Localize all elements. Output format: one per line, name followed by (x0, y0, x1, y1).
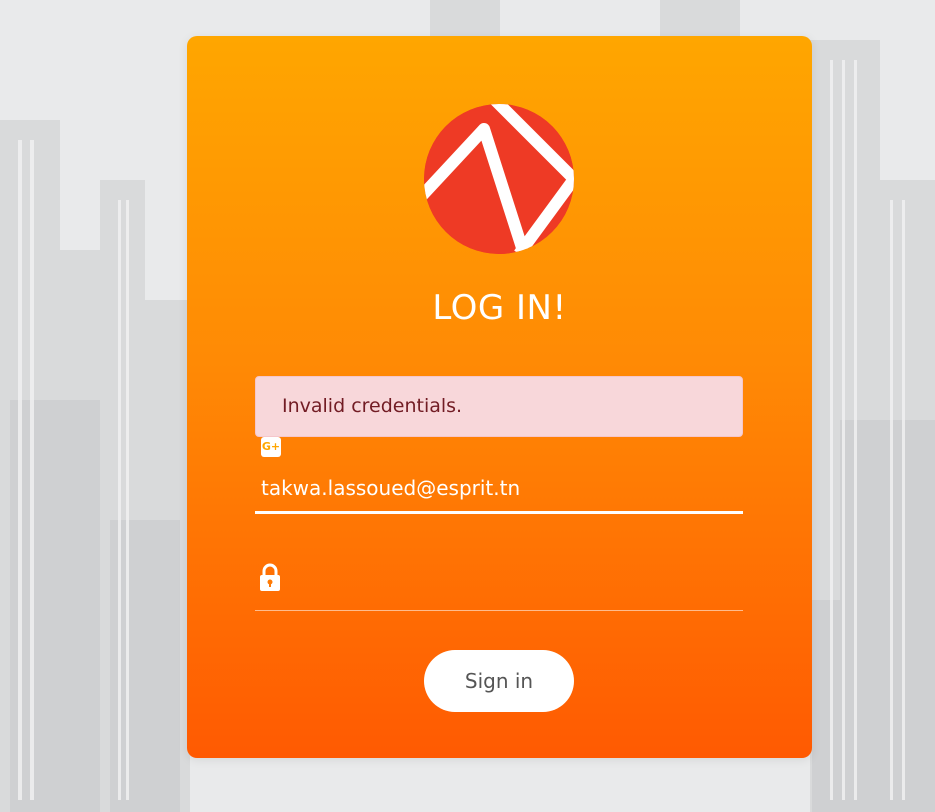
error-alert: Invalid credentials. (255, 376, 743, 437)
page-title: LOG IN! (432, 288, 567, 328)
logo-zigzag-icon (424, 104, 574, 254)
password-field[interactable] (255, 556, 743, 611)
brand-logo (424, 104, 574, 254)
sign-in-button[interactable]: Sign in (424, 650, 574, 712)
google-plus-icon: G+ (261, 437, 281, 457)
email-field[interactable] (255, 464, 743, 514)
login-card: LOG IN! Invalid credentials. G+ Sign in (187, 36, 812, 758)
